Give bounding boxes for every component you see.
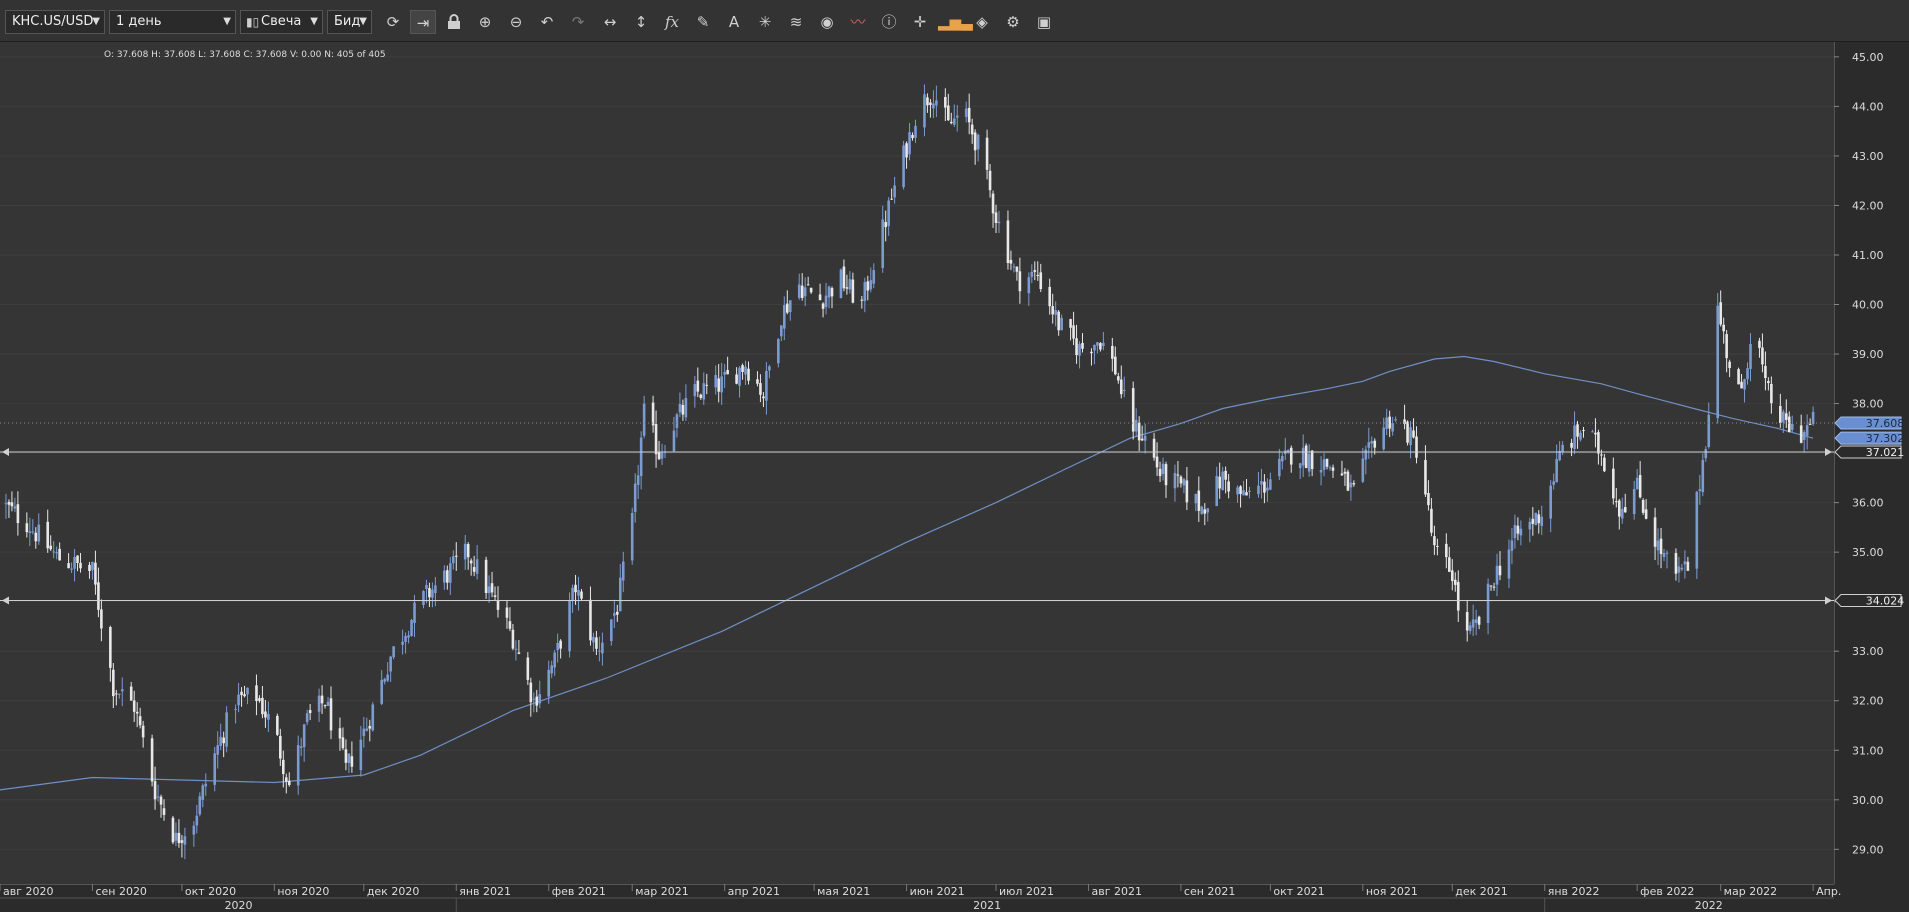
lock-icon[interactable] <box>441 10 467 34</box>
volume-icon[interactable]: ▂▅▃ <box>938 10 973 34</box>
paint-icon[interactable]: ◈ <box>969 10 995 34</box>
zoom-out-icon[interactable]: ⊖ <box>503 10 529 34</box>
vertical-scale-icon[interactable]: ↕ <box>628 10 654 34</box>
chart-toolbar: KHC.US/USD ▼ 1 день ▼ ▮▯ Свеча ▼ Бид ▼ ⟳… <box>0 0 1909 42</box>
zoom-in-icon[interactable]: ⊕ <box>472 10 498 34</box>
undo-icon[interactable]: ↶ <box>534 10 560 34</box>
crosshair-icon[interactable]: ✳ <box>752 10 778 34</box>
horizontal-scale-icon[interactable]: ↔ <box>597 10 623 34</box>
price-side-value: Бид <box>334 14 361 29</box>
price-axis[interactable] <box>1834 42 1909 884</box>
timeframe-select[interactable]: 1 день ▼ <box>109 10 236 34</box>
symbol-select[interactable]: KHC.US/USD ▼ <box>5 10 105 34</box>
ohlc-readout: O: 37.608 H: 37.608 L: 37.608 C: 37.608 … <box>104 50 386 60</box>
pencil-icon[interactable]: ✎ <box>690 10 716 34</box>
symbol-value: KHC.US/USD <box>12 14 94 29</box>
indicators-fx-icon[interactable]: fx <box>659 10 685 34</box>
save-icon[interactable]: ▣ <box>1031 10 1057 34</box>
chart-style-value: Свеча <box>261 14 302 29</box>
chart-plot-area[interactable] <box>0 42 1834 884</box>
timeframe-value: 1 день <box>116 14 162 29</box>
chart-style-select[interactable]: ▮▯ Свеча ▼ <box>240 10 323 34</box>
settings-icon[interactable]: ⚙ <box>1000 10 1026 34</box>
shift-right-icon[interactable]: ⇥ <box>410 10 436 34</box>
price-side-select[interactable]: Бид ▼ <box>327 10 372 34</box>
candle-icon: ▮▯ <box>246 15 260 29</box>
signals-icon[interactable]: 〰 <box>845 10 871 34</box>
chevron-down-icon: ▼ <box>223 16 231 27</box>
redo-icon[interactable]: ↷ <box>565 10 591 34</box>
eye-icon[interactable]: ◉ <box>814 10 840 34</box>
refresh-icon[interactable]: ⟳ <box>380 10 406 34</box>
info-icon[interactable]: ⓘ <box>876 10 902 34</box>
chevron-down-icon: ▼ <box>359 16 367 27</box>
text-icon[interactable]: A <box>721 10 747 34</box>
chevron-down-icon: ▼ <box>310 16 318 27</box>
layers-icon[interactable]: ≋ <box>783 10 809 34</box>
time-axis[interactable] <box>0 884 1834 912</box>
chevron-down-icon: ▼ <box>92 16 100 27</box>
cursor-icon[interactable]: ✛ <box>907 10 933 34</box>
